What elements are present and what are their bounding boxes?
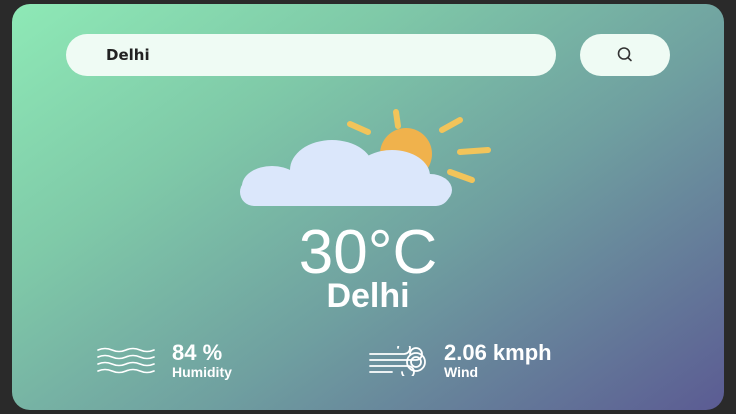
humidity-value: 84 % xyxy=(172,340,223,365)
search-button[interactable] xyxy=(580,34,670,76)
wind-value: 2.06 kmph xyxy=(444,340,552,365)
search-icon xyxy=(617,47,632,62)
weather-card: 30°C Delhi 84 % Humidity xyxy=(12,4,724,410)
partly-cloudy-icon xyxy=(240,109,491,206)
search-input[interactable] xyxy=(66,34,556,76)
humidity-label: Humidity xyxy=(172,364,232,380)
wind-metric: 2.06 kmph Wind xyxy=(368,342,552,380)
wind-icon xyxy=(369,346,426,376)
humidity-waves-icon xyxy=(97,347,155,374)
humidity-metric: 84 % Humidity xyxy=(96,342,232,380)
wind-label: Wind xyxy=(444,364,479,380)
city-name: Delhi xyxy=(326,277,410,315)
